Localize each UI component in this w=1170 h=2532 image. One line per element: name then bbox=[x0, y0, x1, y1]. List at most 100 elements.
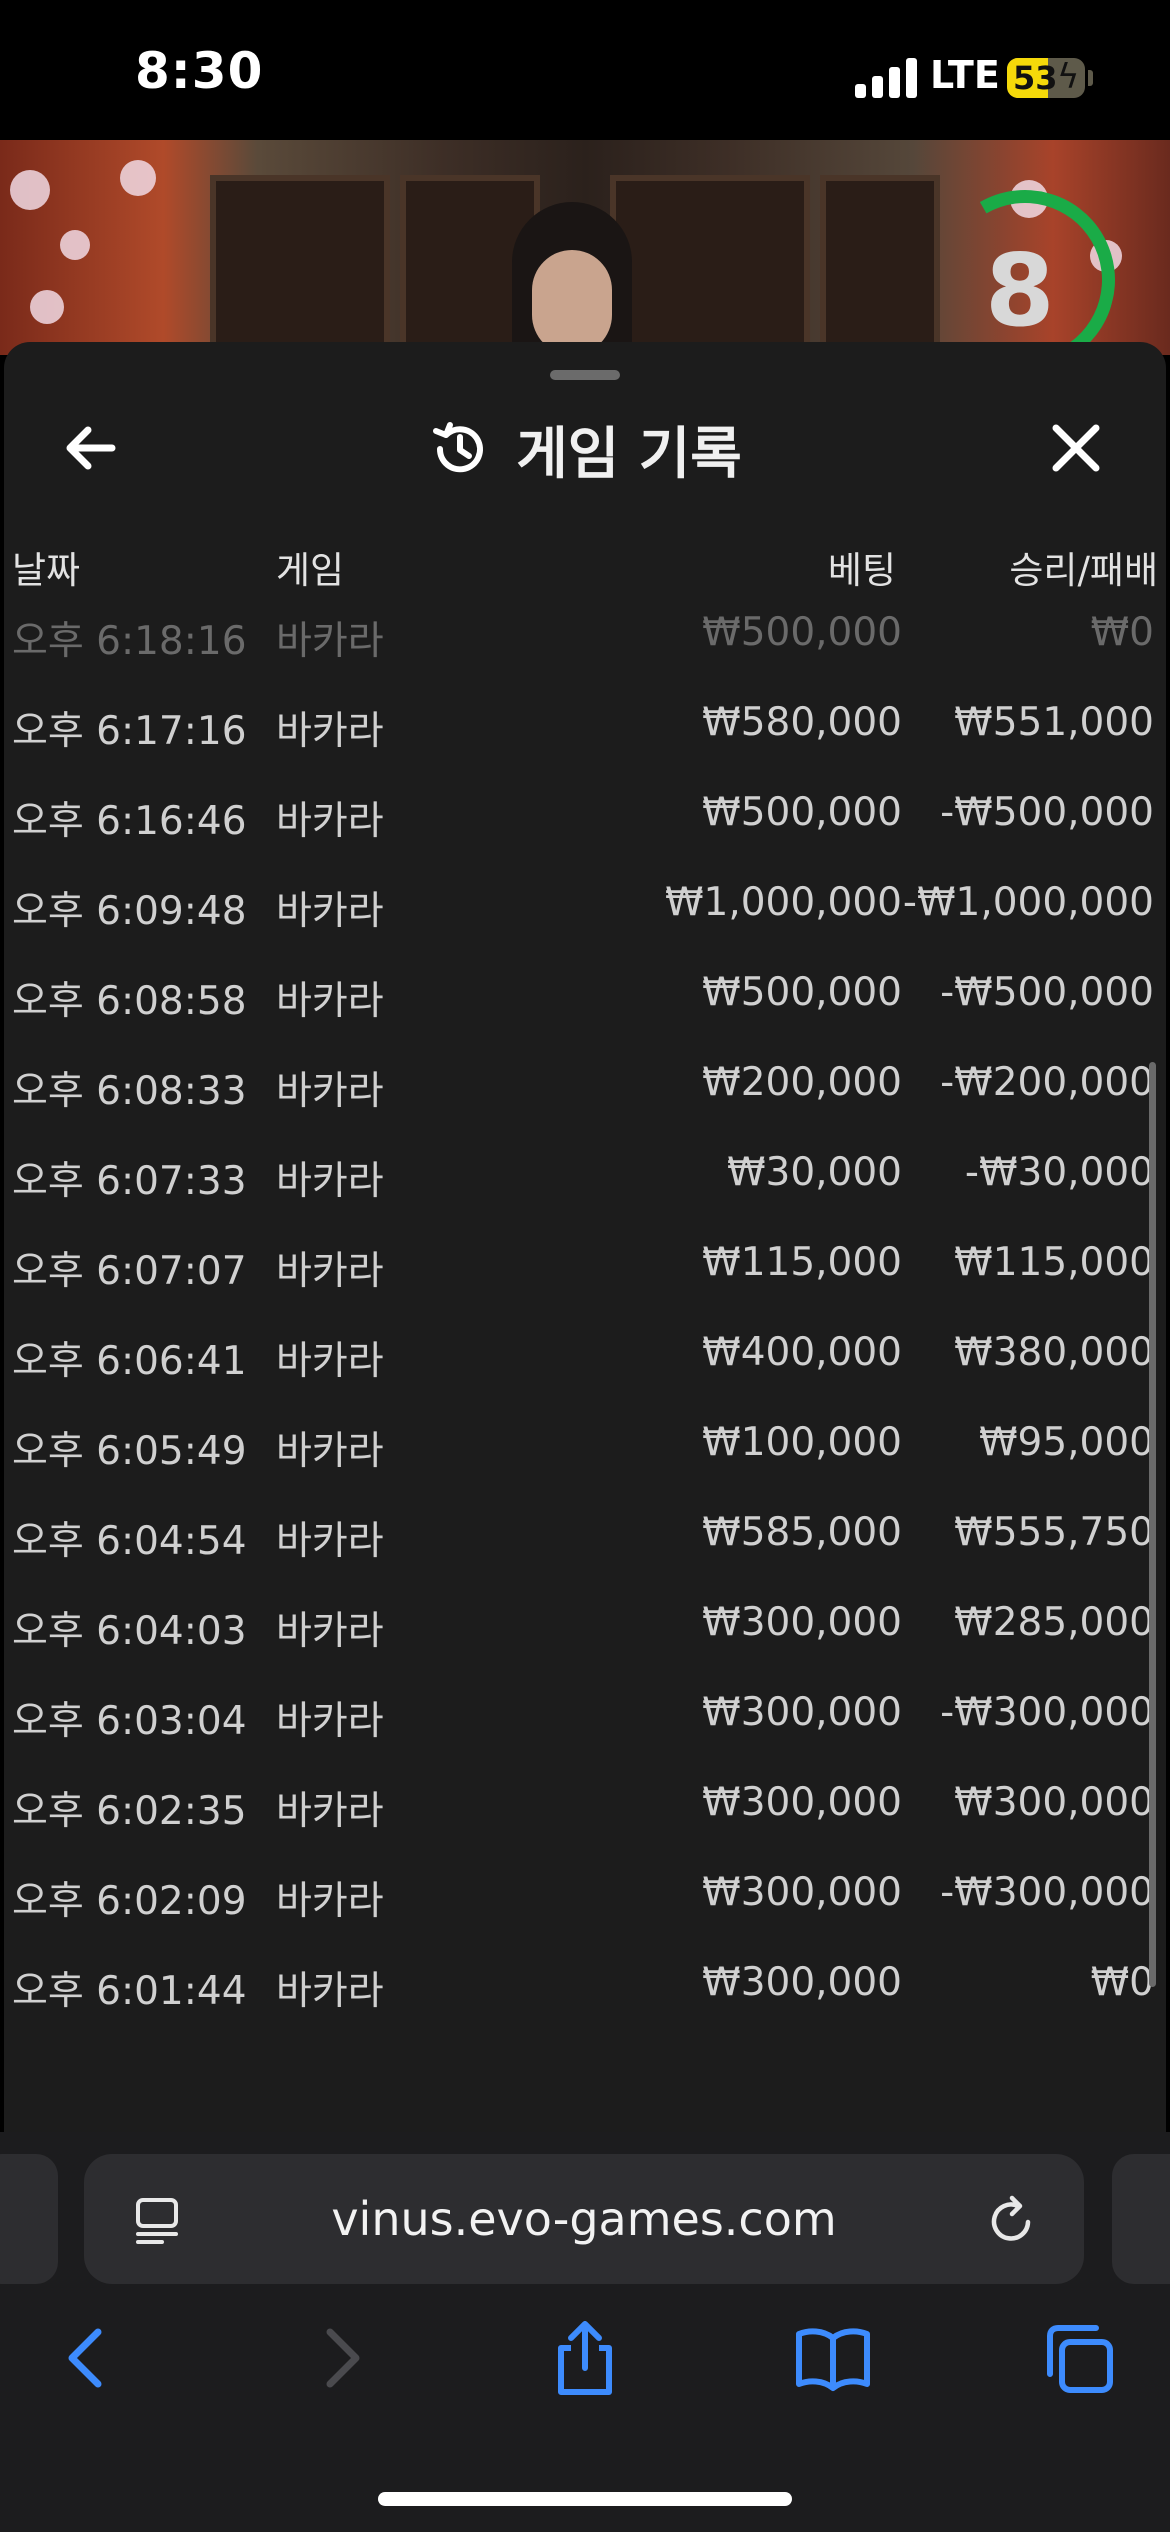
table-row: 오후 6:05:49 바카라 ₩100,000 ₩95,000 bbox=[4, 1400, 1166, 1490]
next-tab-preview[interactable] bbox=[1112, 2154, 1170, 2284]
blossom-decoration bbox=[10, 170, 50, 210]
cell-date: 오후 6:08:58 bbox=[12, 979, 247, 1024]
cellular-signal-icon bbox=[855, 58, 917, 98]
table-row: 오후 6:07:07 바카라 ₩115,000 ₩115,000 bbox=[4, 1220, 1166, 1310]
status-time: 8:30 bbox=[135, 42, 264, 100]
cell-bet: ₩300,000 bbox=[702, 1690, 902, 1735]
cell-date: 오후 6:17:16 bbox=[12, 709, 247, 754]
battery-percent: 53 bbox=[1013, 59, 1058, 97]
column-header-date[interactable]: 날짜 bbox=[12, 540, 80, 594]
tabs-icon[interactable] bbox=[1040, 2318, 1120, 2398]
cell-result: ₩95,000 bbox=[978, 1420, 1154, 1465]
table-row: 오후 6:18:16 바카라 ₩500,000 ₩0 bbox=[4, 590, 1166, 680]
table-row: 오후 6:01:44 바카라 ₩300,000 ₩0 bbox=[4, 1940, 1166, 2030]
status-bar: 8:30 LTE 53 ϟ bbox=[0, 0, 1170, 140]
panel-header: 게임 기록 bbox=[4, 404, 1166, 494]
cell-date: 오후 6:07:07 bbox=[12, 1249, 247, 1294]
table-row: 오후 6:07:33 바카라 ₩30,000 -₩30,000 bbox=[4, 1130, 1166, 1220]
previous-tab-preview[interactable] bbox=[0, 2154, 58, 2284]
home-indicator[interactable] bbox=[378, 2492, 792, 2506]
cell-bet: ₩500,000 bbox=[702, 610, 902, 655]
cell-bet: ₩585,000 bbox=[702, 1510, 902, 1555]
cell-game: 바카라 bbox=[276, 799, 384, 844]
cell-result: -₩30,000 bbox=[964, 1150, 1154, 1195]
reload-icon[interactable] bbox=[984, 2192, 1040, 2248]
cell-bet: ₩300,000 bbox=[702, 1780, 902, 1825]
cell-bet: ₩300,000 bbox=[702, 1600, 902, 1645]
charging-bolt-icon: ϟ bbox=[1057, 58, 1080, 97]
blossom-decoration bbox=[30, 290, 64, 324]
cell-bet: ₩100,000 bbox=[702, 1420, 902, 1465]
cell-game: 바카라 bbox=[276, 979, 384, 1024]
cell-game: 바카라 bbox=[276, 1609, 384, 1654]
cell-game: 바카라 bbox=[276, 1789, 384, 1834]
cell-result: ₩380,000 bbox=[954, 1330, 1154, 1375]
cell-game: 바카라 bbox=[276, 889, 384, 934]
cell-game: 바카라 bbox=[276, 1339, 384, 1384]
bookmarks-icon[interactable] bbox=[793, 2318, 873, 2398]
cell-game: 바카라 bbox=[276, 1069, 384, 1114]
cell-result: -₩300,000 bbox=[940, 1870, 1154, 1915]
cell-date: 오후 6:04:03 bbox=[12, 1609, 247, 1654]
share-icon[interactable] bbox=[545, 2318, 625, 2398]
cell-result: ₩0 bbox=[1090, 610, 1154, 655]
cell-game: 바카라 bbox=[276, 709, 384, 754]
countdown-number: 8 bbox=[985, 232, 1055, 349]
scrollbar[interactable] bbox=[1149, 1062, 1156, 1987]
cell-result: -₩200,000 bbox=[940, 1060, 1154, 1105]
cell-result: -₩300,000 bbox=[940, 1690, 1154, 1735]
cell-game: 바카라 bbox=[276, 1519, 384, 1564]
wall-panel bbox=[210, 175, 390, 355]
cell-date: 오후 6:03:04 bbox=[12, 1699, 247, 1744]
address-bar[interactable]: vinus.evo-games.com bbox=[84, 2154, 1084, 2284]
battery-cap bbox=[1088, 70, 1093, 86]
cell-bet: ₩200,000 bbox=[702, 1060, 902, 1105]
cell-date: 오후 6:07:33 bbox=[12, 1159, 247, 1204]
cell-game: 바카라 bbox=[276, 1969, 384, 2014]
close-button[interactable] bbox=[1036, 408, 1116, 488]
cell-bet: ₩500,000 bbox=[702, 970, 902, 1015]
cell-bet: ₩1,000,000 bbox=[664, 880, 902, 925]
cell-result: ₩285,000 bbox=[954, 1600, 1154, 1645]
table-row: 오후 6:02:35 바카라 ₩300,000 ₩300,000 bbox=[4, 1760, 1166, 1850]
browser-toolbar: vinus.evo-games.com bbox=[0, 2132, 1170, 2532]
sheet-drag-handle[interactable] bbox=[550, 370, 620, 380]
cell-result: ₩555,750 bbox=[954, 1510, 1154, 1555]
blossom-decoration bbox=[60, 230, 90, 260]
cell-date: 오후 6:09:48 bbox=[12, 889, 247, 934]
cell-result: ₩0 bbox=[1090, 1960, 1154, 2005]
column-header-result[interactable]: 승리/패배 bbox=[1009, 540, 1158, 594]
wall-panel bbox=[820, 175, 940, 355]
table-row: 오후 6:09:48 바카라 ₩1,000,000 -₩1,000,000 bbox=[4, 860, 1166, 950]
cell-date: 오후 6:18:16 bbox=[12, 619, 247, 664]
cell-bet: ₩500,000 bbox=[702, 790, 902, 835]
cell-result: ₩115,000 bbox=[954, 1240, 1154, 1285]
column-header-game[interactable]: 게임 bbox=[276, 540, 344, 594]
cell-date: 오후 6:05:49 bbox=[12, 1429, 247, 1474]
cell-game: 바카라 bbox=[276, 1249, 384, 1294]
battery-icon: 53 ϟ bbox=[1007, 58, 1085, 98]
table-row: 오후 6:04:03 바카라 ₩300,000 ₩285,000 bbox=[4, 1580, 1166, 1670]
cell-bet: ₩115,000 bbox=[702, 1240, 902, 1285]
cell-result: -₩500,000 bbox=[940, 790, 1154, 835]
cell-bet: ₩30,000 bbox=[726, 1150, 902, 1195]
cell-game: 바카라 bbox=[276, 619, 384, 664]
cell-bet: ₩300,000 bbox=[702, 1960, 902, 2005]
column-header-bet[interactable]: 베팅 bbox=[828, 540, 896, 594]
cell-result: ₩300,000 bbox=[954, 1780, 1154, 1825]
cell-result: -₩500,000 bbox=[940, 970, 1154, 1015]
forward-nav-icon[interactable] bbox=[300, 2318, 380, 2398]
back-nav-icon[interactable] bbox=[48, 2318, 128, 2398]
url-text: vinus.evo-games.com bbox=[331, 2192, 837, 2246]
table-row: 오후 6:16:46 바카라 ₩500,000 -₩500,000 bbox=[4, 770, 1166, 860]
cell-bet: ₩300,000 bbox=[702, 1870, 902, 1915]
dealer-face bbox=[532, 250, 612, 355]
table-row: 오후 6:06:41 바카라 ₩400,000 ₩380,000 bbox=[4, 1310, 1166, 1400]
cell-date: 오후 6:16:46 bbox=[12, 799, 247, 844]
cell-result: ₩551,000 bbox=[954, 700, 1154, 745]
cell-bet: ₩400,000 bbox=[702, 1330, 902, 1375]
cell-game: 바카라 bbox=[276, 1429, 384, 1474]
cell-game: 바카라 bbox=[276, 1159, 384, 1204]
cell-result: -₩1,000,000 bbox=[902, 880, 1154, 925]
cell-date: 오후 6:08:33 bbox=[12, 1069, 247, 1114]
